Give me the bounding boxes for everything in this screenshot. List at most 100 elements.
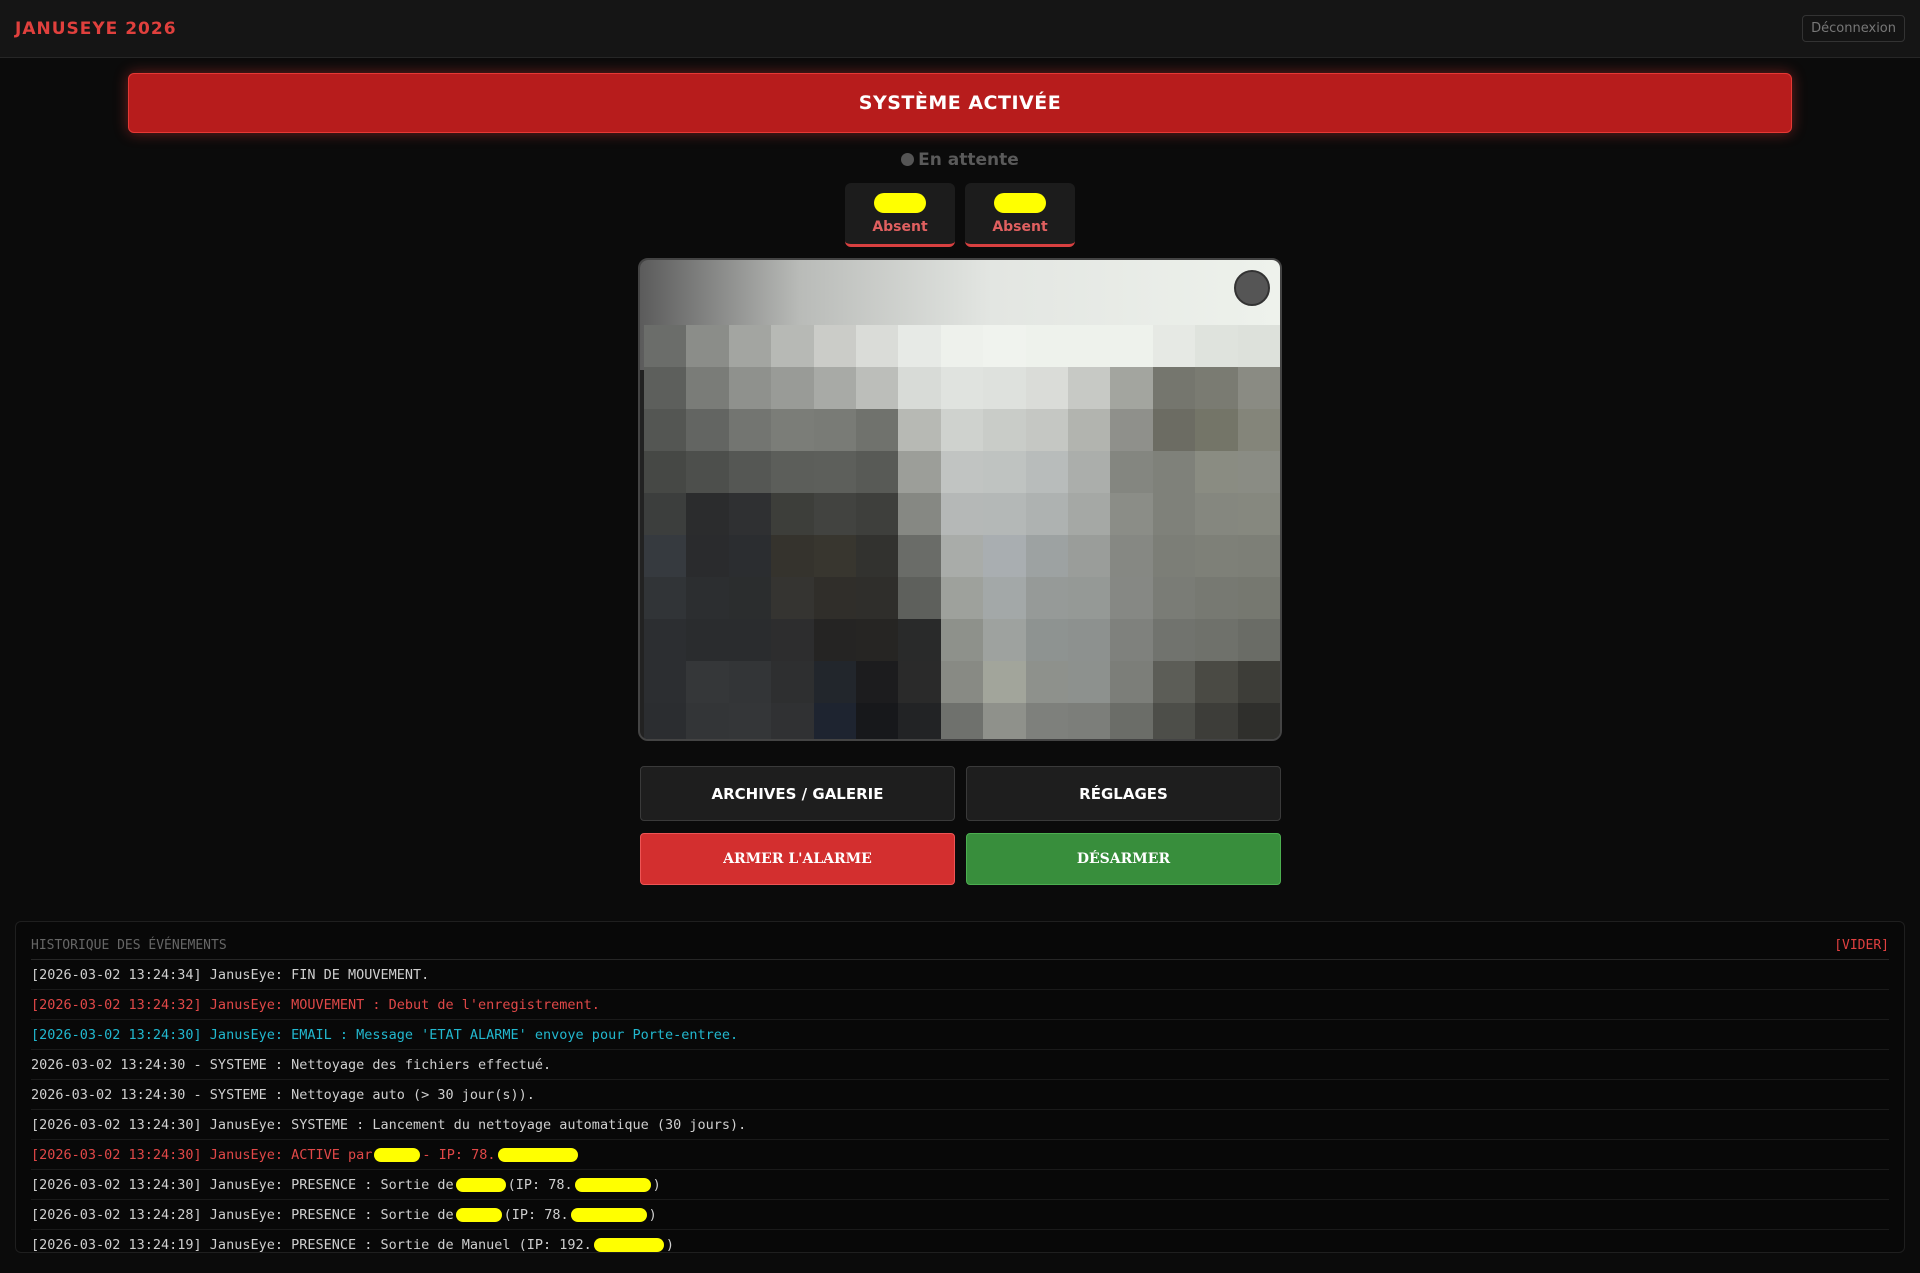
camera-pixel	[940, 661, 984, 703]
camera-pixel	[983, 535, 1026, 577]
log-line: [2026-03-02 13:24:30] JanusEye: PRESENCE…	[31, 1170, 1889, 1200]
camera-pixel	[898, 451, 941, 493]
camera-pixel	[856, 325, 899, 367]
log-line-text: )	[648, 1206, 657, 1223]
archives-gallery-button[interactable]: ARCHIVES / GALERIE	[640, 766, 955, 821]
camera-pixel	[940, 703, 984, 739]
camera-pixel	[1025, 325, 1068, 367]
camera-pixel	[1068, 703, 1111, 739]
log-line: 2026-03-02 13:24:30 - SYSTEME : Nettoyag…	[31, 1080, 1889, 1110]
camera-pixel	[1068, 619, 1111, 661]
camera-pixel	[728, 493, 772, 535]
camera-pixel	[728, 619, 772, 661]
waiting-status: En attente	[0, 150, 1920, 170]
log-line-text: (IP: 78.	[503, 1206, 569, 1223]
log-line-text: 2026-03-02 13:24:30 - SYSTEME : Nettoyag…	[31, 1056, 552, 1073]
log-line-text: [2026-03-02 13:24:28] JanusEye: PRESENCE…	[31, 1206, 454, 1223]
camera-pixel	[771, 409, 814, 451]
camera-pixel	[983, 703, 1026, 739]
camera-pixel	[1068, 535, 1111, 577]
camera-pixel	[898, 409, 941, 451]
camera-pixel	[1152, 493, 1196, 535]
camera-pixel	[771, 619, 814, 661]
camera-pixel	[1068, 325, 1111, 367]
camera-pixel	[1110, 661, 1153, 703]
redacted-text	[593, 1237, 664, 1252]
camera-pixel	[686, 703, 729, 739]
camera-pixel	[1237, 619, 1280, 661]
camera-snapshot-button[interactable]	[1234, 270, 1270, 306]
camera-pixel	[728, 451, 772, 493]
camera-pixel	[1195, 535, 1238, 577]
camera-pixel	[856, 493, 899, 535]
camera-pixel	[898, 577, 941, 619]
log-line-text: - IP: 78.	[422, 1146, 496, 1163]
camera-pixel	[1152, 535, 1196, 577]
log-line-text: )	[665, 1236, 674, 1253]
camera-pixel	[1025, 661, 1068, 703]
camera-pixel	[771, 577, 814, 619]
camera-pixel	[1110, 493, 1153, 535]
camera-pixel	[983, 577, 1026, 619]
camera-pixel	[1068, 577, 1111, 619]
presence-cards: Absent Absent	[0, 183, 1920, 247]
camera-pixel	[898, 325, 941, 367]
camera-pixel	[856, 535, 899, 577]
camera-pixel	[898, 367, 941, 409]
redacted-name	[874, 192, 926, 213]
camera-pixel	[1068, 367, 1111, 409]
camera-pixel	[644, 409, 687, 451]
camera-pixel	[1025, 367, 1068, 409]
camera-pixel	[856, 661, 899, 703]
log-line-text: (IP: 78.	[507, 1176, 573, 1193]
camera-pixel	[771, 535, 814, 577]
camera-pixel	[1068, 451, 1111, 493]
settings-button[interactable]: RÉGLAGES	[966, 766, 1281, 821]
camera-pixel	[898, 661, 941, 703]
camera-pixel	[1195, 703, 1238, 739]
log-line: [2026-03-02 13:24:19] JanusEye: PRESENCE…	[31, 1230, 1889, 1253]
camera-pixel	[1110, 535, 1153, 577]
camera-pixel	[1152, 325, 1196, 367]
camera-pixel	[1110, 367, 1153, 409]
camera-pixel	[1152, 703, 1196, 739]
log-line-text: [2026-03-02 13:24:30] JanusEye: EMAIL : …	[31, 1026, 739, 1043]
camera-pixel	[1195, 451, 1238, 493]
camera-pixel	[1025, 535, 1068, 577]
log-line-text: [2026-03-02 13:24:19] JanusEye: PRESENCE…	[31, 1236, 592, 1253]
camera-pixel	[1152, 661, 1196, 703]
redacted-text	[374, 1147, 421, 1162]
presence-status: Absent	[872, 218, 928, 235]
camera-pixel	[940, 451, 984, 493]
log-line-text: [2026-03-02 13:24:30] JanusEye: ACTIVE p…	[31, 1146, 373, 1163]
arm-alarm-button[interactable]: ARMER L'ALARME	[640, 833, 955, 885]
logout-button[interactable]: Déconnexion	[1802, 15, 1905, 42]
camera-pixel	[813, 409, 856, 451]
camera-pixel	[771, 367, 814, 409]
camera-feed-pixelated	[644, 325, 1280, 739]
camera-pixel	[686, 367, 729, 409]
camera-pixel	[813, 703, 856, 739]
camera-pixel	[1237, 409, 1280, 451]
presence-status: Absent	[992, 218, 1048, 235]
disarm-button[interactable]: DÉSARMER	[966, 833, 1281, 885]
camera-pixel	[1195, 577, 1238, 619]
event-log-title: HISTORIQUE DES ÉVÉNEMENTS	[31, 938, 227, 953]
camera-pixel	[728, 577, 772, 619]
camera-pixel	[1152, 451, 1196, 493]
camera-pixel	[728, 367, 772, 409]
camera-pixel	[1025, 493, 1068, 535]
event-log-header: HISTORIQUE DES ÉVÉNEMENTS [VIDER]	[31, 922, 1889, 960]
camera-pixel	[1152, 619, 1196, 661]
camera-pixel	[728, 325, 772, 367]
log-line: [2026-03-02 13:24:30] JanusEye: EMAIL : …	[31, 1020, 1889, 1050]
camera-pixel	[644, 703, 687, 739]
redacted-name	[994, 192, 1046, 213]
camera-pixel	[1195, 367, 1238, 409]
camera-pixel	[686, 619, 729, 661]
log-line: [2026-03-02 13:24:30] JanusEye: ACTIVE p…	[31, 1140, 1889, 1170]
camera-pixel	[983, 451, 1026, 493]
camera-pixel	[940, 493, 984, 535]
redacted-text	[574, 1177, 651, 1192]
clear-log-button[interactable]: [VIDER]	[1834, 938, 1889, 953]
